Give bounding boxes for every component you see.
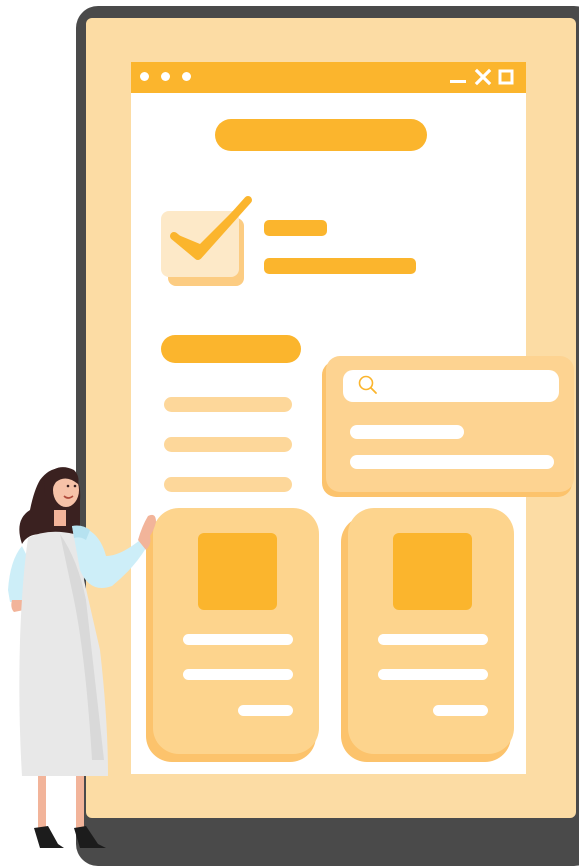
card-text-line — [238, 705, 293, 716]
item-subtitle-placeholder — [264, 258, 416, 274]
maximize-icon[interactable] — [498, 69, 514, 85]
close-icon[interactable] — [474, 68, 492, 86]
card-text-line — [183, 669, 293, 680]
woman-illustration — [8, 467, 156, 848]
search-result-line — [350, 455, 554, 469]
search-icon — [358, 375, 377, 394]
card-text-line — [433, 705, 488, 716]
card-image-placeholder — [393, 533, 472, 610]
window-dot-3 — [182, 72, 191, 81]
list-item — [164, 437, 292, 452]
window-dot-2 — [161, 72, 170, 81]
window-controls — [450, 68, 514, 86]
page-title-placeholder — [215, 119, 427, 151]
checkmark-icon — [170, 196, 252, 260]
item-title-placeholder — [264, 220, 327, 236]
card-text-line — [183, 634, 293, 645]
search-result-line — [350, 425, 464, 439]
window-dot-1 — [140, 72, 149, 81]
list-item — [164, 477, 292, 492]
minimize-icon[interactable] — [450, 80, 466, 83]
list-item — [164, 397, 292, 412]
card-image-placeholder — [198, 533, 277, 610]
card-text-line — [378, 634, 488, 645]
card-text-line — [378, 669, 488, 680]
section-heading-placeholder — [161, 335, 301, 363]
